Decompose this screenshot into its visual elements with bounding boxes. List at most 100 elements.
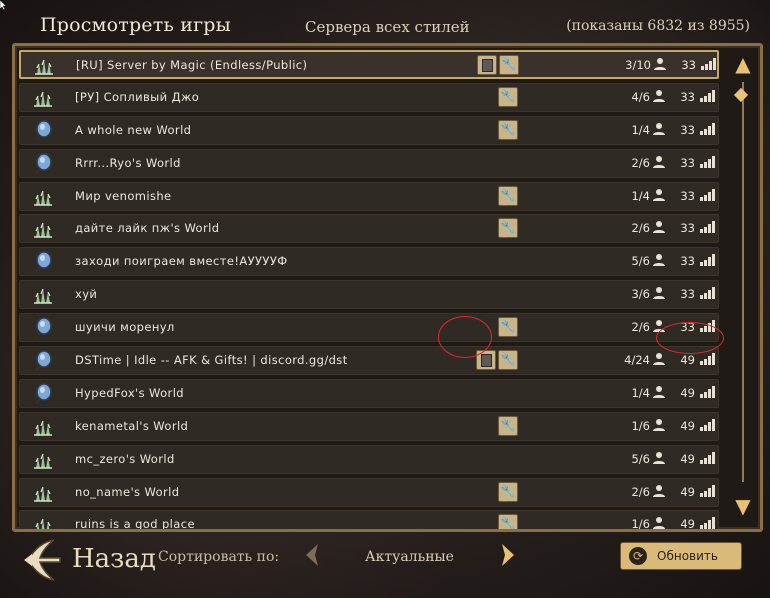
player-count: 1/6 [631,418,650,433]
person-icon [652,385,666,399]
server-name: Rrrr...Ryo's World [75,155,181,170]
signal-bars-icon [700,122,716,135]
server-name: [РУ] Сопливый Джо [75,89,200,104]
server-name: хуй [75,287,98,302]
cave-mirror-icon [32,316,54,339]
server-name: kenametal's World [75,418,189,433]
ping-value: 33 [680,155,695,170]
annotation-circle-mods [438,316,492,358]
server-count: (показаны 6832 из 8955) [566,18,750,34]
sort-prev-icon[interactable] [302,542,322,568]
player-count: 1/4 [631,122,650,137]
person-icon [652,516,666,529]
sort-next-icon[interactable] [498,542,518,568]
sort-value: Актуальные [365,549,454,565]
annotation-circle-ping [656,322,724,354]
player-count: 2/6 [631,155,650,170]
ping-value: 33 [680,122,695,137]
person-icon [653,57,667,71]
cave-mirror-icon [32,349,54,371]
ping-value: 49 [680,451,695,466]
player-count: 4/6 [631,89,650,104]
scrollbar[interactable]: ▲ ▼ [731,52,755,522]
scroll-up-icon[interactable]: ▲ [731,54,755,74]
wrench-icon: 🔧 [498,185,518,206]
cave-mirror-icon [32,382,54,404]
wrench-icon: 🔧 [498,415,518,436]
person-icon [652,451,666,465]
server-row[interactable]: ruins is a god place 🔧 1/6 49 [19,510,719,529]
refresh-icon: ⟳ [629,547,647,565]
player-count: 2/6 [631,221,650,236]
server-row[interactable]: хуй 3/6 33 [19,280,719,310]
wrench-icon: 🔧 [498,218,518,239]
forest-icon [32,415,54,437]
signal-bars-icon [700,254,716,267]
server-row[interactable]: заходи поиграем вместе!АУУУУФ 5/6 33 [19,247,719,277]
server-name: mc_zero's World [75,451,175,466]
person-icon [652,89,666,103]
sort-label: Сортировать по: [158,549,280,565]
ping-value: 33 [680,188,695,203]
server-row[interactable]: kenametal's World 🔧 1/6 49 [19,411,719,441]
server-name: A whole new World [75,122,192,137]
player-count: 5/6 [631,254,650,269]
signal-bars-icon [700,418,716,431]
ping-value: 49 [680,484,695,499]
refresh-button[interactable]: ⟳ Обновить [620,542,742,570]
server-name: дайте лайк пж's World [75,221,220,236]
server-row[interactable]: mc_zero's World 5/6 49 [19,444,719,474]
ping-value: 33 [681,58,696,72]
server-name: DSTime | Idle -- AFK & Gifts! | discord.… [75,353,348,368]
back-label: Назад [72,544,156,574]
ping-value: 49 [680,353,695,368]
server-row[interactable]: дайте лайк пж's World 🔧 2/6 33 [19,214,719,244]
server-row[interactable]: [РУ] Сопливый Джо 🔧 4/6 33 [19,82,719,112]
forest-icon [32,86,54,108]
server-name: шуичи моренул [75,320,175,335]
person-icon [652,188,666,202]
server-name: no_name's World [75,484,180,499]
scroll-track[interactable] [742,82,744,482]
footer: Назад Сортировать по: Актуальные ⟳ Обнов… [0,530,770,598]
forest-icon [32,448,54,470]
ping-value: 49 [680,418,695,433]
cave-mirror-icon [32,119,54,141]
server-list: [RU] Server by Magic (Endless/Public) 🔧 3/… [19,50,719,529]
server-row[interactable]: A whole new World 🔧 1/4 33 [19,115,719,145]
server-filter-label: Сервера всех стилей [305,18,470,36]
player-count: 2/6 [631,484,650,499]
server-row[interactable]: Rrrr...Ryo's World 2/6 33 [19,148,719,178]
person-icon [652,253,666,267]
server-list-panel: [RU] Server by Magic (Endless/Public) 🔧 3/… [12,43,763,532]
player-count: 3/10 [625,58,651,72]
forest-icon [32,217,54,239]
cave-mirror-icon [32,250,54,273]
server-row[interactable]: шуичи моренул 🔧 2/6 33 [19,313,719,343]
player-count: 1/4 [631,385,650,400]
back-arrow-icon [24,539,61,581]
wrench-icon: 🔧 [498,481,518,502]
signal-bars-icon [700,188,716,201]
scroll-thumb[interactable] [733,87,749,103]
server-row[interactable]: Мир venomishe 🔧 1/4 33 [19,181,719,211]
back-button[interactable]: Назад [14,534,156,586]
signal-bars-icon [700,221,716,234]
server-name: Мир venomishe [75,188,172,203]
server-name: [RU] Server by Magic (Endless/Public) [76,58,308,72]
scroll-down-icon[interactable]: ▼ [731,496,755,516]
person-icon [652,418,666,432]
server-name: заходи поиграем вместе!АУУУУФ [75,254,288,269]
signal-bars-icon [700,517,716,529]
wrench-icon: 🔧 [498,317,518,338]
forest-icon [33,54,55,76]
server-row[interactable]: DSTime | Idle -- AFK & Gifts! | discord.… [19,346,719,376]
player-count: 5/6 [631,451,650,466]
person-icon [652,484,666,498]
page-title: Просмотреть игры [40,14,231,36]
server-row[interactable]: no_name's World 🔧 2/6 49 [19,477,719,507]
ping-value: 33 [680,287,695,302]
server-row[interactable]: HypedFox's World 1/4 49 [19,378,719,408]
mods-icon [477,55,497,75]
server-row[interactable]: [RU] Server by Magic (Endless/Public) 🔧 3/… [19,50,719,79]
